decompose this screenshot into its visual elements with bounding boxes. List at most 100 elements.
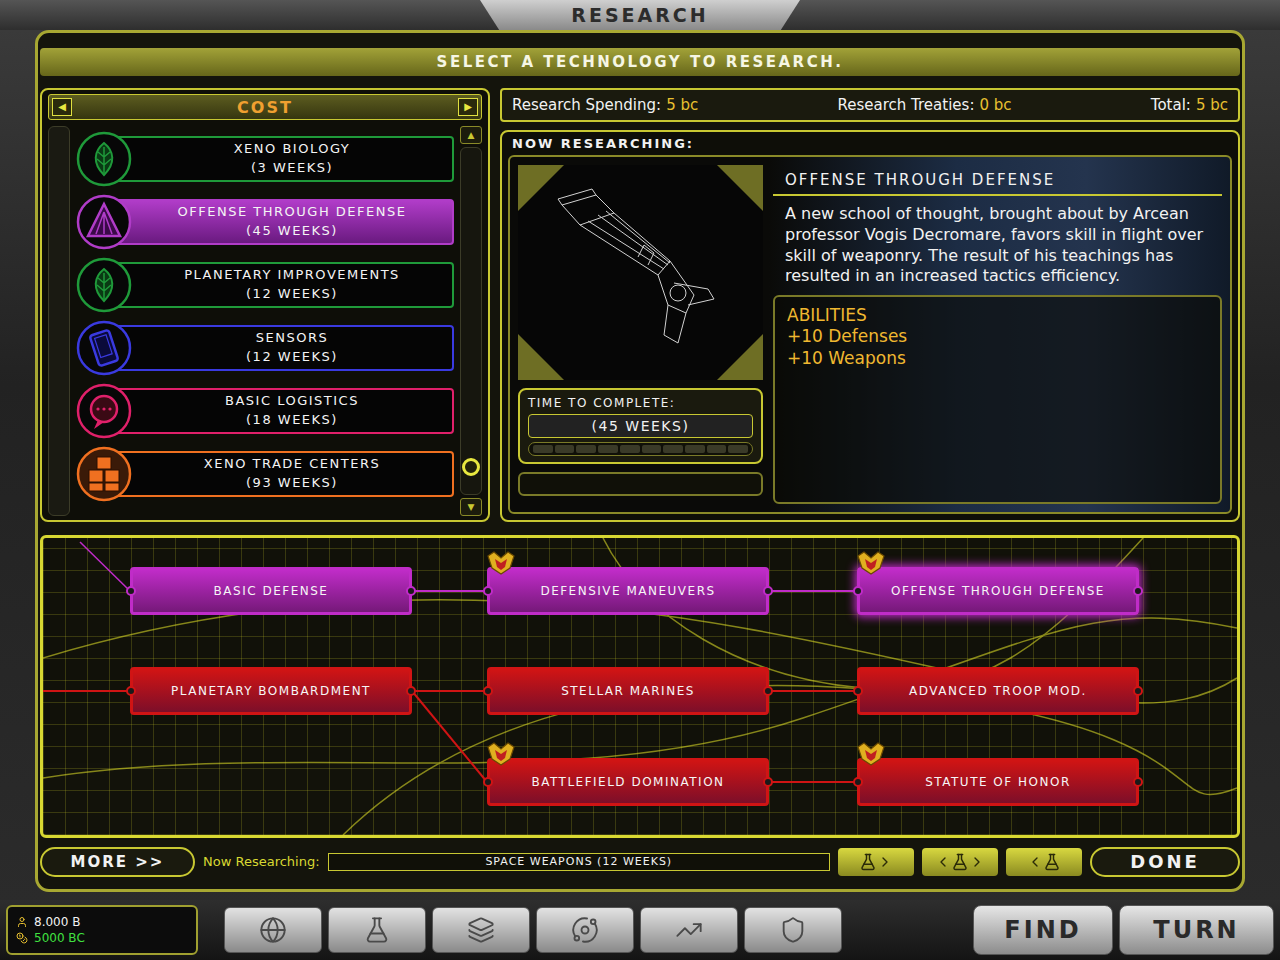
next-tech-button[interactable] xyxy=(838,848,914,876)
population: 8.000 B xyxy=(16,915,188,929)
tech-name: SENSORS xyxy=(256,329,328,348)
tech-tree[interactable]: BASIC DEFENSE DEFENSIVE MANEUVERS OFFENSE … xyxy=(40,535,1240,838)
sort-label: COST xyxy=(237,98,293,117)
tree-node[interactable]: STATUTE OF HONOR xyxy=(857,758,1139,806)
node-pin xyxy=(763,586,773,596)
now-researching-bar-label: Now Researching: xyxy=(203,854,320,869)
turn-button[interactable]: TURN xyxy=(1119,905,1274,955)
tech-item[interactable]: BASIC LOGISTICS(18 WEEKS) xyxy=(76,382,454,440)
chevron-right-icon xyxy=(877,854,893,870)
research-button[interactable] xyxy=(328,907,426,953)
tech-item-box: SENSORS(12 WEEKS) xyxy=(118,325,454,371)
tech-name: BASIC LOGISTICS xyxy=(225,392,359,411)
budget-item: Research Treaties:0 bc xyxy=(838,96,1012,114)
galaxy-button[interactable] xyxy=(536,907,634,953)
tech-item[interactable]: XENO TRADE CENTERS(93 WEEKS) xyxy=(76,445,454,503)
node-pin xyxy=(483,586,493,596)
crest-icon xyxy=(486,550,516,576)
tech-link xyxy=(43,690,130,692)
done-button[interactable]: DONE xyxy=(1090,847,1240,877)
tech-item[interactable]: SENSORS(12 WEEKS) xyxy=(76,319,454,377)
tree-node[interactable]: OFFENSE THROUGH DEFENSE xyxy=(857,567,1139,615)
tech-icon-wrap xyxy=(76,257,132,313)
crest-icon xyxy=(856,741,886,767)
now-researching-field: SPACE WEAPONS (12 WEEKS) xyxy=(328,853,830,871)
node-pin xyxy=(126,686,136,696)
scroll-down-button[interactable]: ▼ xyxy=(460,498,482,516)
tree-node[interactable]: STELLAR MARINES xyxy=(487,667,769,715)
tech-icon-wrap xyxy=(76,131,132,187)
time-label: TIME TO COMPLETE: xyxy=(528,396,753,410)
tech-info-column: OFFENSE THROUGH DEFENSEA new school of t… xyxy=(773,165,1222,504)
sort-next-button[interactable]: ▶ xyxy=(458,98,478,116)
empty-bar xyxy=(518,472,763,496)
progress-segment xyxy=(642,445,662,453)
tech-icon-wrap xyxy=(76,194,132,250)
tech-cost: (93 WEEKS) xyxy=(246,474,338,493)
tech-name: PLANETARY IMPROVEMENTS xyxy=(184,266,400,285)
tree-node[interactable]: BASIC DEFENSE xyxy=(130,567,412,615)
image-corner xyxy=(717,334,763,380)
budget-value: 0 bc xyxy=(979,96,1011,114)
tech-item-box: BASIC LOGISTICS(18 WEEKS) xyxy=(118,388,454,434)
tech-name: XENO TRADE CENTERS xyxy=(204,455,380,474)
scroll-up-button[interactable]: ▲ xyxy=(460,126,482,144)
more-button[interactable]: MORE >> xyxy=(40,847,195,877)
tech-icon-wrap xyxy=(76,320,132,376)
tech-icon-wrap xyxy=(76,383,132,439)
tech-link xyxy=(769,690,857,692)
prev-tech-button[interactable] xyxy=(1006,848,1082,876)
tree-node[interactable]: ADVANCED TROOP MOD. xyxy=(857,667,1139,715)
chevron-left-icon xyxy=(1027,854,1043,870)
money-value: 5000 BC xyxy=(34,931,85,945)
chevron-right-icon xyxy=(969,854,985,870)
tree-node[interactable]: DEFENSIVE MANEUVERS xyxy=(487,567,769,615)
tech-name: XENO BIOLOGY xyxy=(234,140,351,159)
node-pin xyxy=(483,686,493,696)
tech-cost: (45 WEEKS) xyxy=(246,222,338,241)
crest-icon xyxy=(856,550,886,576)
scroll-track xyxy=(460,147,482,495)
tech-item[interactable]: XENO BIOLOGY(3 WEEKS) xyxy=(76,130,454,188)
tech-link xyxy=(769,590,857,592)
population-icon xyxy=(16,916,28,928)
taskbar: 8.000 B 5000 BC FINDTURN xyxy=(0,900,1280,960)
research-screen: RESEARCHSELECT A TECHNOLOGY TO RESEARCH.… xyxy=(0,0,1280,960)
tech-item-box: XENO TRADE CENTERS(93 WEEKS) xyxy=(118,451,454,497)
blocks-icon xyxy=(76,446,132,502)
progress-segment xyxy=(533,445,553,453)
tree-node[interactable]: BATTLEFIELD DOMINATION xyxy=(487,758,769,806)
sort-prev-button[interactable]: ◀ xyxy=(52,98,72,116)
tech-link xyxy=(412,691,487,782)
tech-cost: (18 WEEKS) xyxy=(246,411,338,430)
tech-list-area: XENO BIOLOGY(3 WEEKS) OFFENSE THROUGH DEF… xyxy=(48,126,482,516)
node-pin xyxy=(763,777,773,787)
cycle-tech-button[interactable] xyxy=(922,848,998,876)
time-value: (45 WEEKS) xyxy=(528,414,753,438)
economy-button[interactable] xyxy=(640,907,738,953)
tech-description: A new school of thought, brought about b… xyxy=(773,204,1222,287)
research-frame: SELECT A TECHNOLOGY TO RESEARCH.◀COST▶XE… xyxy=(35,30,1245,892)
node-pin xyxy=(763,686,773,696)
progress-segment xyxy=(576,445,596,453)
top-strip: RESEARCH xyxy=(0,0,1280,30)
tree-node[interactable]: PLANETARY BOMBARDMENT xyxy=(130,667,412,715)
planets-button[interactable] xyxy=(224,907,322,953)
list-track xyxy=(48,126,70,516)
now-researching-label: NOW RESEARCHING: xyxy=(508,136,1232,151)
progress-segment xyxy=(663,445,683,453)
bottom-bar: MORE >> Now Researching: SPACE WEAPONS (12… xyxy=(40,845,1240,878)
tech-cost: (12 WEEKS) xyxy=(246,285,338,304)
tech-item-box: XENO BIOLOGY(3 WEEKS) xyxy=(118,136,454,182)
tech-image xyxy=(518,165,763,380)
find-button[interactable]: FIND xyxy=(973,905,1113,955)
galaxy-icon xyxy=(571,916,599,944)
tech-item[interactable]: PLANETARY IMPROVEMENTS(12 WEEKS) xyxy=(76,256,454,314)
tech-item[interactable]: OFFENSE THROUGH DEFENSE(45 WEEKS) xyxy=(76,193,454,251)
government-button[interactable] xyxy=(432,907,530,953)
military-button[interactable] xyxy=(744,907,842,953)
scroll-thumb[interactable] xyxy=(462,458,480,476)
now-researching-panel: NOW RESEARCHING: TIME TO COMPLETE: (45 WEE… xyxy=(500,130,1240,522)
tech-name: OFFENSE THROUGH DEFENSE xyxy=(178,203,407,222)
chevron-left-icon xyxy=(935,854,951,870)
